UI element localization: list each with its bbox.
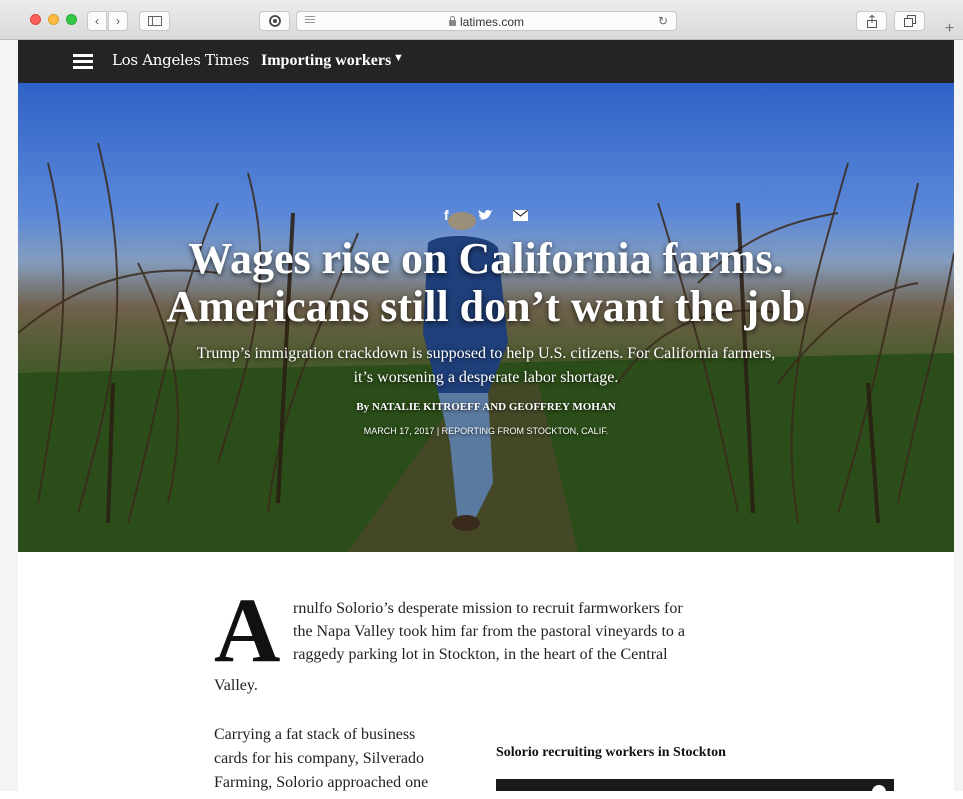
- back-button[interactable]: ‹: [87, 11, 107, 31]
- chevron-left-icon: ‹: [95, 14, 99, 28]
- share-icon: [866, 14, 877, 28]
- dek-line-1: Trump’s immigration crackdown is suppose…: [196, 345, 776, 362]
- paragraph-line: Valley.: [214, 677, 258, 694]
- headline-line-1: Wages rise on California farms.: [188, 234, 784, 283]
- shield-icon: [268, 15, 281, 27]
- paragraph-line: the Napa Valley took him far from the pa…: [293, 623, 686, 640]
- hero-image: f Wages rise on California farms. Americ…: [18, 83, 954, 552]
- video-control-icon[interactable]: [872, 785, 886, 799]
- twitter-icon[interactable]: [478, 209, 493, 221]
- headline-line-2: Americans still don’t want the job: [166, 282, 806, 331]
- chevron-right-icon: ›: [116, 14, 120, 28]
- new-tab-button[interactable]: +: [936, 18, 963, 40]
- video-player[interactable]: [496, 779, 894, 799]
- article-paragraph-1: rnulfo Solorio’s desperate mission to re…: [293, 597, 753, 666]
- forward-button[interactable]: ›: [108, 11, 128, 31]
- tabs-overview-button[interactable]: [894, 11, 925, 31]
- article-paragraph-2: Carrying a fat stack of business cards f…: [214, 723, 474, 795]
- share-button[interactable]: [856, 11, 887, 31]
- facebook-icon[interactable]: f: [444, 207, 449, 223]
- minimize-window-button[interactable]: [48, 14, 59, 25]
- lock-icon: [448, 16, 456, 26]
- paragraph-line: Carrying a fat stack of business: [214, 726, 416, 743]
- site-logo[interactable]: Los Angeles Times: [112, 51, 249, 69]
- email-icon[interactable]: [513, 210, 528, 221]
- window-margin-right: [954, 40, 963, 791]
- video-caption: Solorio recruiting workers in Stockton: [496, 745, 726, 760]
- dateline: MARCH 17, 2017 | REPORTING FROM STOCKTON…: [363, 426, 609, 436]
- paragraph-line: Farming, Solorio approached one: [214, 774, 429, 791]
- paragraph-line: rnulfo Solorio’s desperate mission to re…: [293, 600, 683, 617]
- privacy-button[interactable]: [259, 11, 290, 31]
- sidebar-toggle-button[interactable]: [139, 11, 170, 31]
- dek-line-2: it’s worsening a desperate labor shortag…: [353, 369, 619, 386]
- sidebar-icon: [147, 16, 162, 26]
- chevron-down-icon[interactable]: ▼: [393, 52, 404, 64]
- drop-cap: A: [214, 579, 281, 681]
- close-window-button[interactable]: [30, 14, 41, 25]
- tabs-icon: [903, 15, 916, 27]
- paragraph-line: raggedy parking lot in Stockton, in the …: [293, 646, 668, 663]
- window-margin-left: [0, 40, 18, 791]
- byline: By NATALIE KITROEFF AND GEOFFREY MOHAN: [356, 401, 616, 413]
- reload-icon[interactable]: ↻: [658, 14, 668, 28]
- address-bar[interactable]: latimes.com ↻: [296, 11, 677, 31]
- browser-toolbar: ‹ › latimes.com ↻ +: [0, 0, 963, 40]
- site-header: Los Angeles Times Importing workers ▼: [18, 40, 954, 83]
- menu-icon[interactable]: [73, 54, 93, 69]
- plus-icon: +: [944, 20, 955, 37]
- section-title[interactable]: Importing workers: [261, 52, 391, 70]
- url-text: latimes.com: [459, 15, 524, 29]
- zoom-window-button[interactable]: [66, 14, 77, 25]
- paragraph-line: cards for his company, Silverado: [214, 750, 425, 767]
